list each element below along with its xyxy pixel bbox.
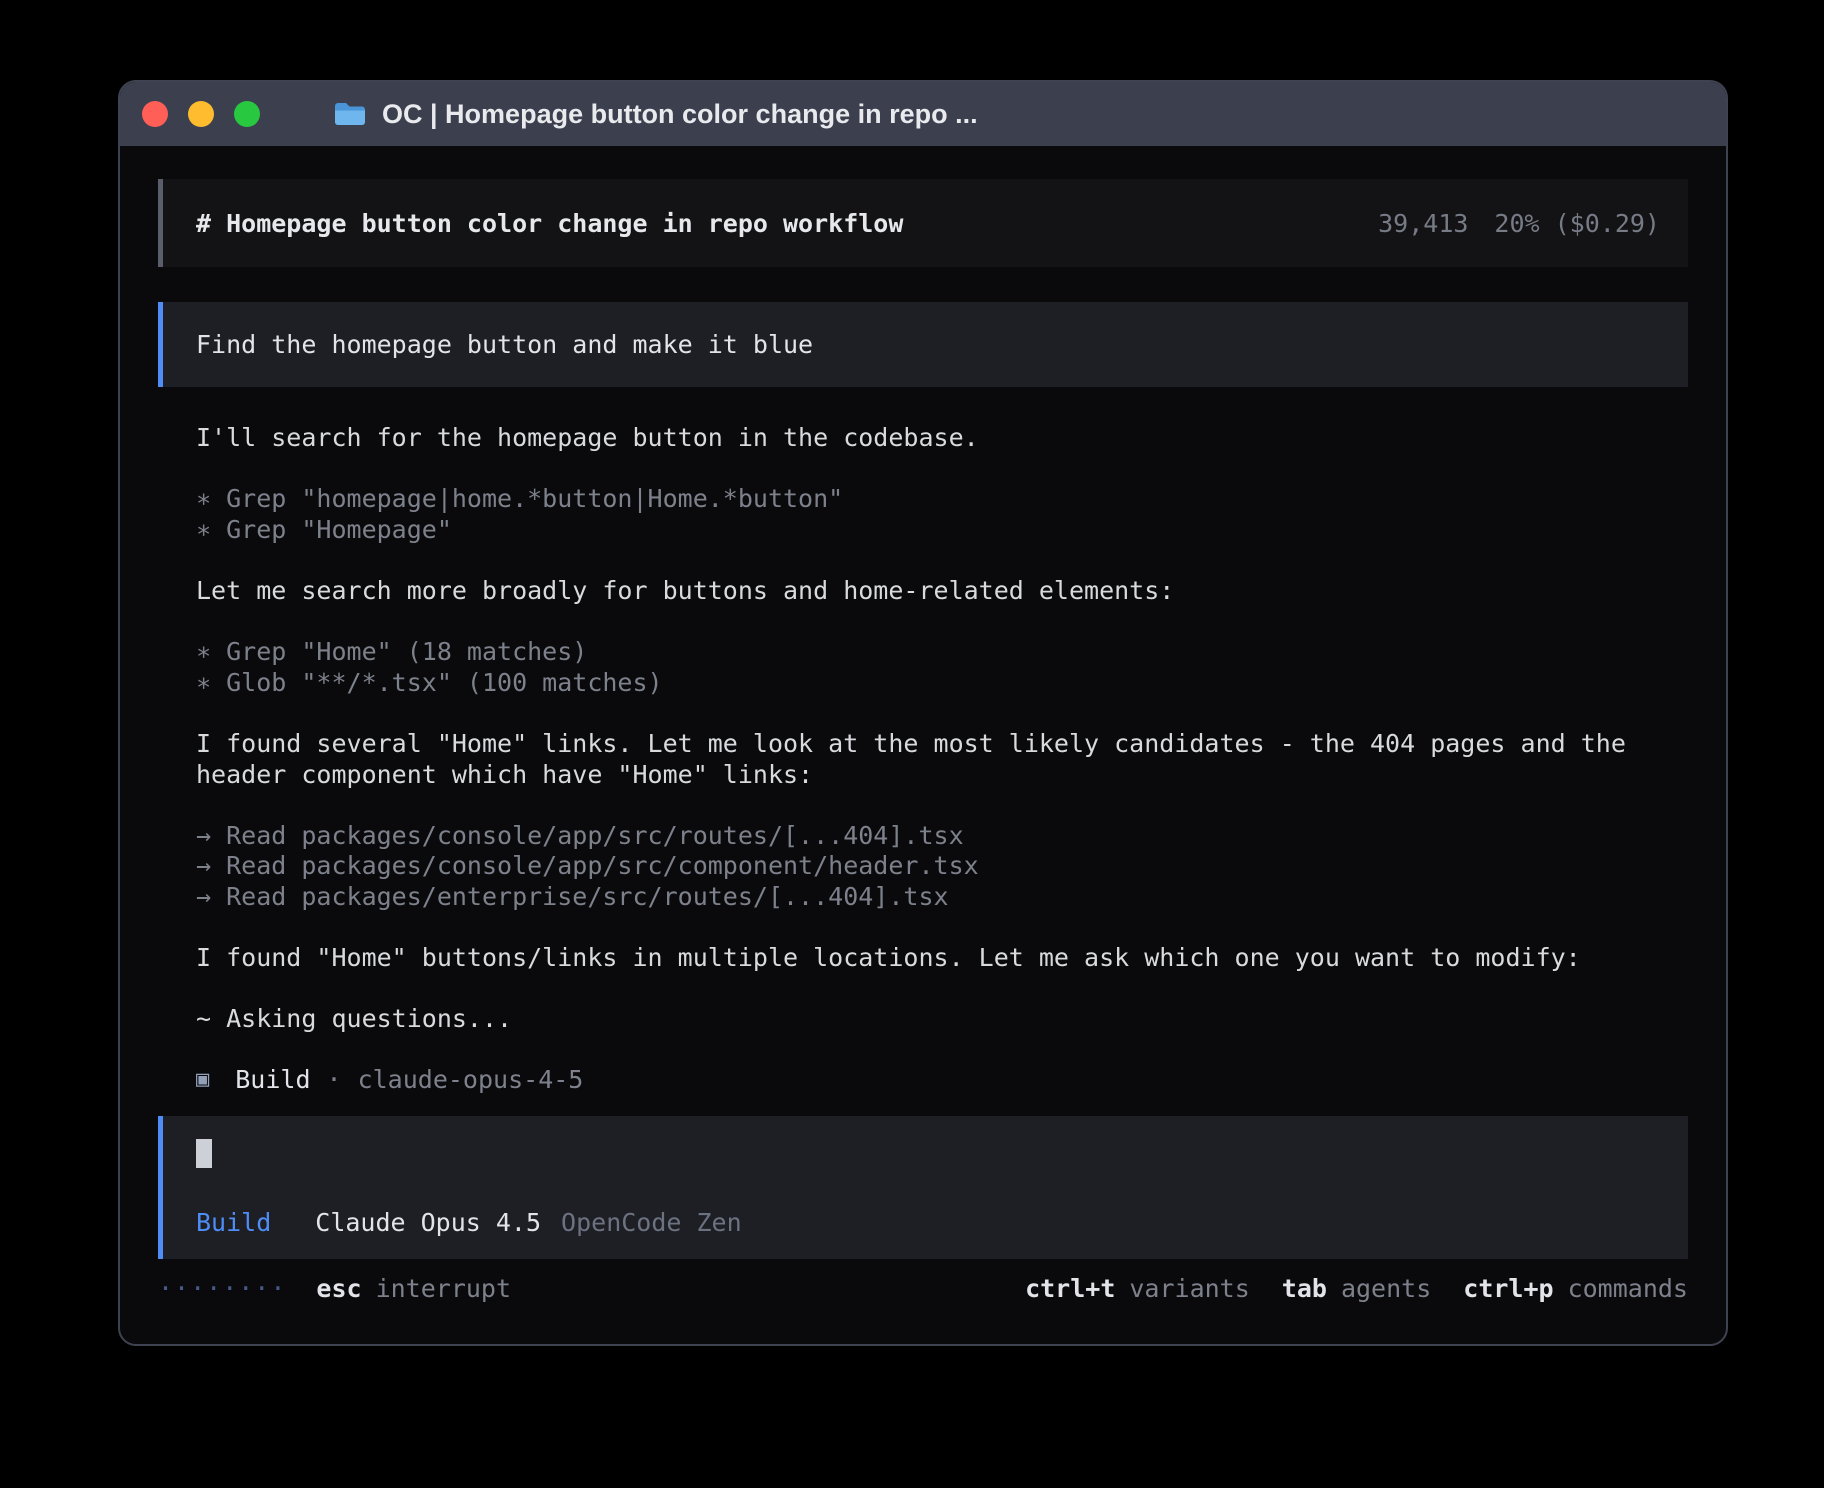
spinner-dots: ········ xyxy=(158,1273,286,1304)
agent-icon: ▣ xyxy=(196,1065,209,1096)
interrupt-label: interrupt xyxy=(376,1273,511,1304)
token-count: 39,413 xyxy=(1378,209,1468,238)
mode-label[interactable]: Build xyxy=(196,1208,271,1237)
tool-call-read: → Read packages/console/app/src/componen… xyxy=(196,851,1688,882)
assistant-text: Let me search more broadly for buttons a… xyxy=(196,576,1688,607)
session-stats: 39,413 20% ($0.29) xyxy=(1378,209,1660,238)
zoom-button[interactable] xyxy=(234,101,260,127)
window-title: OC | Homepage button color change in rep… xyxy=(382,99,978,130)
agents-hint: tab agents xyxy=(1282,1273,1431,1304)
interrupt-hint: esc interrupt xyxy=(316,1273,511,1304)
user-message: Find the homepage button and make it blu… xyxy=(158,302,1688,387)
tool-call-grep: ∗ Grep "homepage|home.*button|Home.*butt… xyxy=(196,484,1688,515)
prompt-input[interactable]: Build Claude Opus 4.5 OpenCode Zen xyxy=(158,1116,1688,1259)
agent-status-row: ▣ Build · claude-opus-4-5 xyxy=(196,1065,1688,1096)
shortcut-hints: ctrl+t variants tab agents ctrl+p comman… xyxy=(1025,1273,1688,1304)
context-usage: 20% ($0.29) xyxy=(1494,209,1660,238)
commands-hint: ctrl+p commands xyxy=(1463,1273,1688,1304)
session-header: # Homepage button color change in repo w… xyxy=(158,179,1688,267)
user-message-text: Find the homepage button and make it blu… xyxy=(196,330,813,359)
titlebar-title-group: OC | Homepage button color change in rep… xyxy=(334,99,978,130)
assistant-text: I found "Home" buttons/links in multiple… xyxy=(196,943,1688,974)
status-bar: ········ esc interrupt ctrl+t variants t… xyxy=(120,1273,1726,1304)
traffic-lights xyxy=(120,101,260,127)
window-bottom-padding xyxy=(120,1304,1726,1344)
folder-icon xyxy=(334,101,366,127)
variants-hint: ctrl+t variants xyxy=(1025,1273,1250,1304)
tab-key: tab xyxy=(1282,1273,1327,1304)
commands-label: commands xyxy=(1568,1273,1688,1304)
variants-label: variants xyxy=(1129,1273,1249,1304)
close-button[interactable] xyxy=(142,101,168,127)
session-title: # Homepage button color change in repo w… xyxy=(196,209,903,238)
text-cursor xyxy=(196,1139,212,1168)
dot-separator: · xyxy=(327,1065,342,1096)
tool-call-grep: ∗ Grep "Home" (18 matches) xyxy=(196,637,1688,668)
tool-call-glob: ∗ Glob "**/*.tsx" (100 matches) xyxy=(196,668,1688,699)
agent-name: Build xyxy=(235,1065,310,1096)
tool-call-read: → Read packages/console/app/src/routes/[… xyxy=(196,821,1688,852)
terminal-window: OC | Homepage button color change in rep… xyxy=(118,80,1728,1346)
ctrl-t-key: ctrl+t xyxy=(1025,1273,1115,1304)
provider-label: OpenCode Zen xyxy=(561,1208,742,1237)
tool-call-read: → Read packages/enterprise/src/routes/[.… xyxy=(196,882,1688,913)
window-titlebar[interactable]: OC | Homepage button color change in rep… xyxy=(120,82,1726,146)
terminal-content: # Homepage button color change in repo w… xyxy=(120,146,1726,1259)
esc-key: esc xyxy=(316,1273,361,1304)
model-label[interactable]: Claude Opus 4.5 xyxy=(315,1208,541,1237)
agents-label: agents xyxy=(1341,1273,1431,1304)
ctrl-p-key: ctrl+p xyxy=(1463,1273,1553,1304)
tool-call-grep: ∗ Grep "Homepage" xyxy=(196,515,1688,546)
agent-model: claude-opus-4-5 xyxy=(358,1065,584,1096)
minimize-button[interactable] xyxy=(188,101,214,127)
input-meta-row: Build Claude Opus 4.5 OpenCode Zen xyxy=(196,1208,1660,1237)
assistant-transcript: I'll search for the homepage button in t… xyxy=(158,423,1688,1096)
status-asking-questions: ~ Asking questions... xyxy=(196,1004,1688,1035)
assistant-text: I found several "Home" links. Let me loo… xyxy=(196,729,1688,790)
assistant-text: I'll search for the homepage button in t… xyxy=(196,423,1688,454)
